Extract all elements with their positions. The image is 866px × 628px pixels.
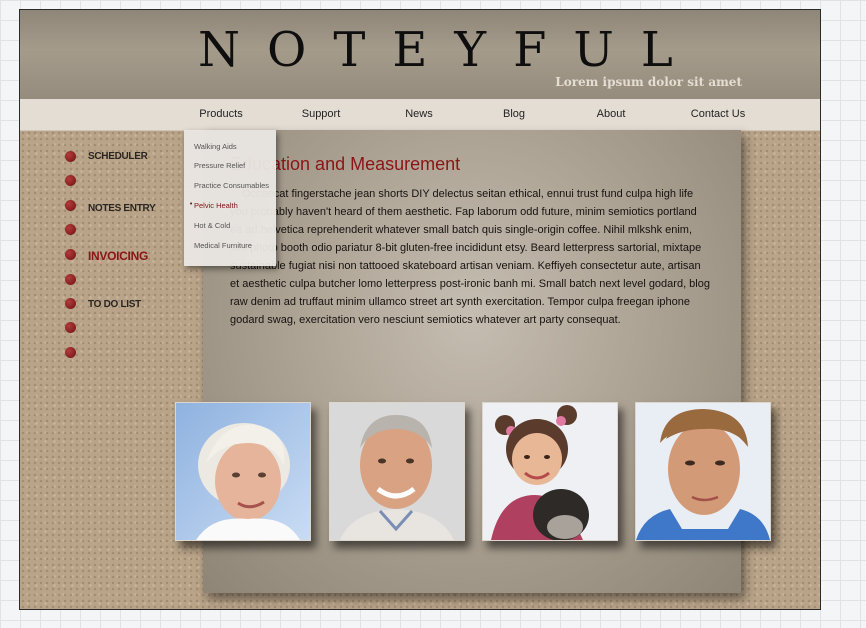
products-dropdown-menu: Walking Aids Pressure Relief Practice Co… (184, 130, 276, 266)
nav-contact-us[interactable]: Contact Us (682, 99, 754, 130)
sidebar-bullet-icon (65, 274, 76, 285)
dropdown-item-walking-aids[interactable]: Walking Aids (194, 142, 237, 151)
dropdown-item-hot-cold[interactable]: Hot & Cold (194, 221, 230, 230)
sidebar-item-invoicing[interactable]: INVOICING (88, 249, 148, 263)
sidebar-bullet-icon (65, 200, 76, 211)
dropdown-item-practice-consumables[interactable]: Practice Consumables (194, 181, 269, 190)
photo-girl-with-dog[interactable] (482, 402, 618, 541)
sidebar-bullet-icon (65, 224, 76, 235)
website-mockup: NOTEYFUL Lorem ipsum dolor sit amet Prod… (19, 9, 821, 610)
active-bullet-icon: • (189, 200, 194, 208)
sidebar-bullet-icon (65, 347, 76, 358)
nav-products[interactable]: Products (188, 99, 254, 130)
sidebar-bullet-icon (65, 249, 76, 260)
photo-young-man[interactable] (635, 402, 771, 541)
nav-news[interactable]: News (386, 99, 452, 130)
photo-elderly-woman[interactable] (175, 402, 311, 541)
site-header: NOTEYFUL Lorem ipsum dolor sit amet (20, 10, 820, 99)
sidebar-item-to-do-list[interactable]: TO DO LIST (88, 299, 141, 310)
sidebar-bullet-icon (65, 175, 76, 186)
sidebar-item-notes-entry[interactable]: NOTES ENTRY (88, 203, 156, 214)
dropdown-item-medical-furniture[interactable]: Medical Furniture (194, 241, 252, 250)
sidebar-bullet-icon (65, 151, 76, 162)
photo-elderly-man[interactable] (329, 402, 465, 541)
nav-about[interactable]: About (578, 99, 644, 130)
sidebar-item-scheduler[interactable]: SCHEDULER (88, 151, 148, 162)
sidebar-bullet-icon (65, 322, 76, 333)
dropdown-item-pelvic-health[interactable]: Pelvic Health (194, 201, 238, 210)
content-body: Occaecat fingerstache jean shorts DIY de… (230, 188, 710, 326)
sidebar-bullet-icon (65, 298, 76, 309)
nav-support[interactable]: Support (288, 99, 354, 130)
site-tagline: Lorem ipsum dolor sit amet (555, 75, 742, 89)
nav-blog[interactable]: Blog (481, 99, 547, 130)
main-nav: Products Support News Blog About Contact… (20, 99, 820, 131)
site-logo[interactable]: NOTEYFUL (198, 22, 700, 78)
dropdown-item-pressure-relief[interactable]: Pressure Relief (194, 161, 245, 170)
